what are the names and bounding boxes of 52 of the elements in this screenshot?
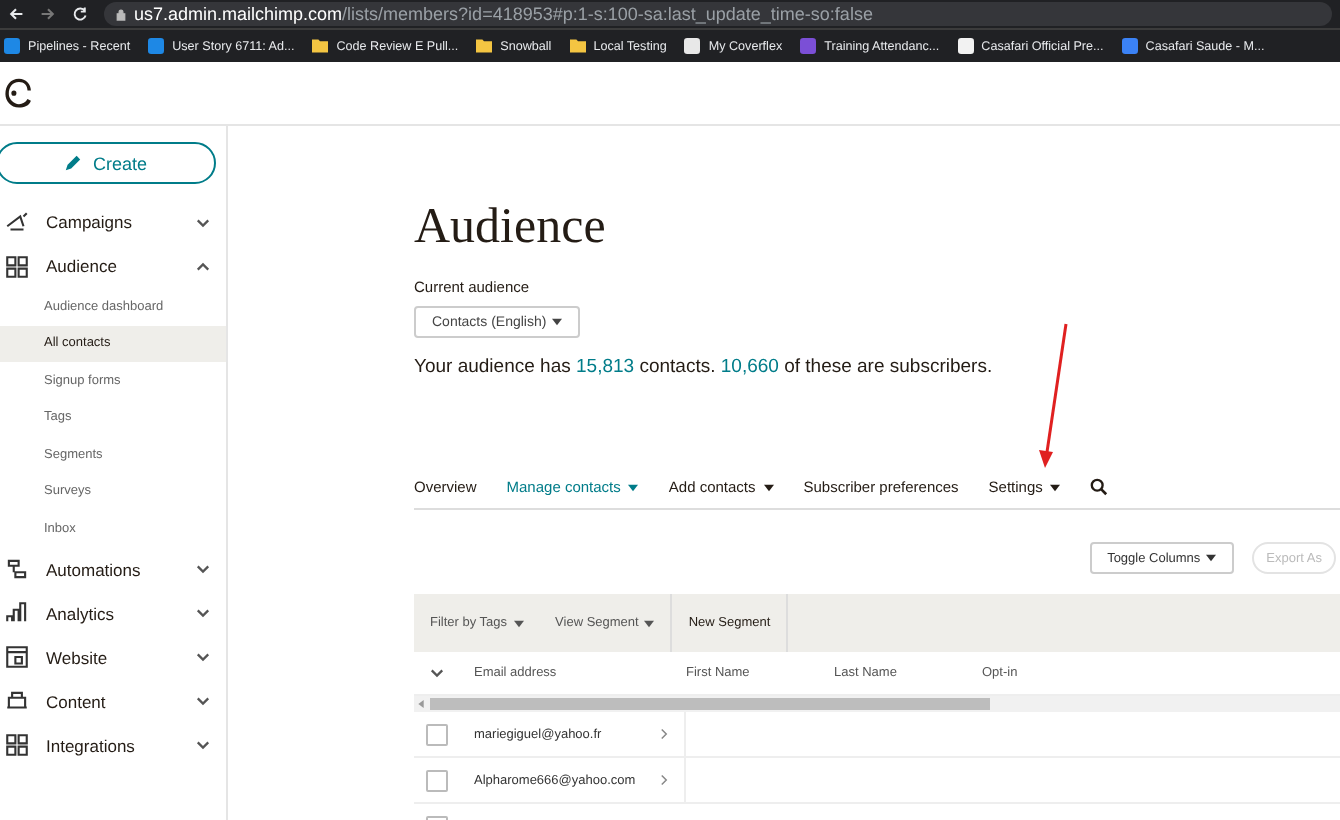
- site-icon: [4, 38, 20, 54]
- chevron-right-icon[interactable]: [660, 728, 668, 740]
- chevron-icon: [196, 564, 210, 574]
- nav-item[interactable]: Integrations: [0, 723, 226, 767]
- nav-icon: [4, 732, 30, 758]
- scroll-left-icon[interactable]: [418, 700, 424, 708]
- chevron-right-icon[interactable]: [660, 774, 668, 786]
- nav-item[interactable]: Automations: [0, 547, 226, 591]
- folder-icon: [312, 38, 329, 54]
- site-icon: [800, 38, 817, 54]
- nav-icon: [4, 253, 30, 279]
- nav-icon: [4, 688, 30, 714]
- chevron-icon: [196, 740, 210, 750]
- subscribers-link[interactable]: 10,660: [720, 356, 779, 378]
- lock-icon: [116, 7, 126, 21]
- chevron-icon: [196, 696, 210, 706]
- caret-icon: [1206, 554, 1217, 562]
- nav-item[interactable]: Content: [0, 679, 226, 723]
- logo-icon[interactable]: [2, 75, 36, 111]
- nav-item[interactable]: Audience: [0, 244, 226, 288]
- chevron-icon: [196, 652, 210, 662]
- site-icon: [148, 38, 165, 54]
- chevron-icon: [196, 608, 210, 618]
- nav-item[interactable]: Website: [0, 635, 226, 679]
- nav-icon: [4, 644, 30, 670]
- contacts-link[interactable]: 15,813: [576, 356, 635, 378]
- folder-icon: [476, 38, 493, 54]
- create-button[interactable]: Create: [0, 142, 216, 184]
- nav-icon: [4, 600, 30, 626]
- scrollbar-thumb[interactable]: [430, 698, 990, 710]
- nav-icon: [4, 556, 30, 582]
- site-icon: [684, 38, 701, 54]
- row-checkbox[interactable]: [425, 723, 447, 745]
- nav-item[interactable]: Campaigns: [0, 200, 226, 244]
- forward-icon[interactable]: [40, 6, 56, 22]
- site-icon: [1121, 38, 1138, 54]
- chevron-icon: [196, 217, 210, 227]
- audience-summary: Your audience has 15,813 contacts. 10,660 of these are subscribers.: [414, 356, 995, 378]
- search-icon[interactable]: [1090, 478, 1109, 496]
- nav-item[interactable]: Analytics: [0, 591, 226, 635]
- chevron-icon: [429, 668, 443, 678]
- folder-icon: [569, 38, 586, 54]
- address-bar[interactable]: us7.admin.mailchimp.com/lists/members?id=418953#p:1-s:100-sa:last_update_time-so:false: [104, 2, 1332, 26]
- page-title: Audience: [414, 198, 608, 258]
- reload-icon[interactable]: [72, 6, 88, 22]
- row-checkbox[interactable]: [425, 769, 447, 791]
- back-icon[interactable]: [8, 6, 24, 22]
- site-icon: [957, 38, 974, 54]
- pencil-icon: [64, 154, 83, 172]
- nav-icon: [4, 209, 30, 235]
- caret-icon: [552, 318, 563, 326]
- chevron-icon: [196, 261, 210, 271]
